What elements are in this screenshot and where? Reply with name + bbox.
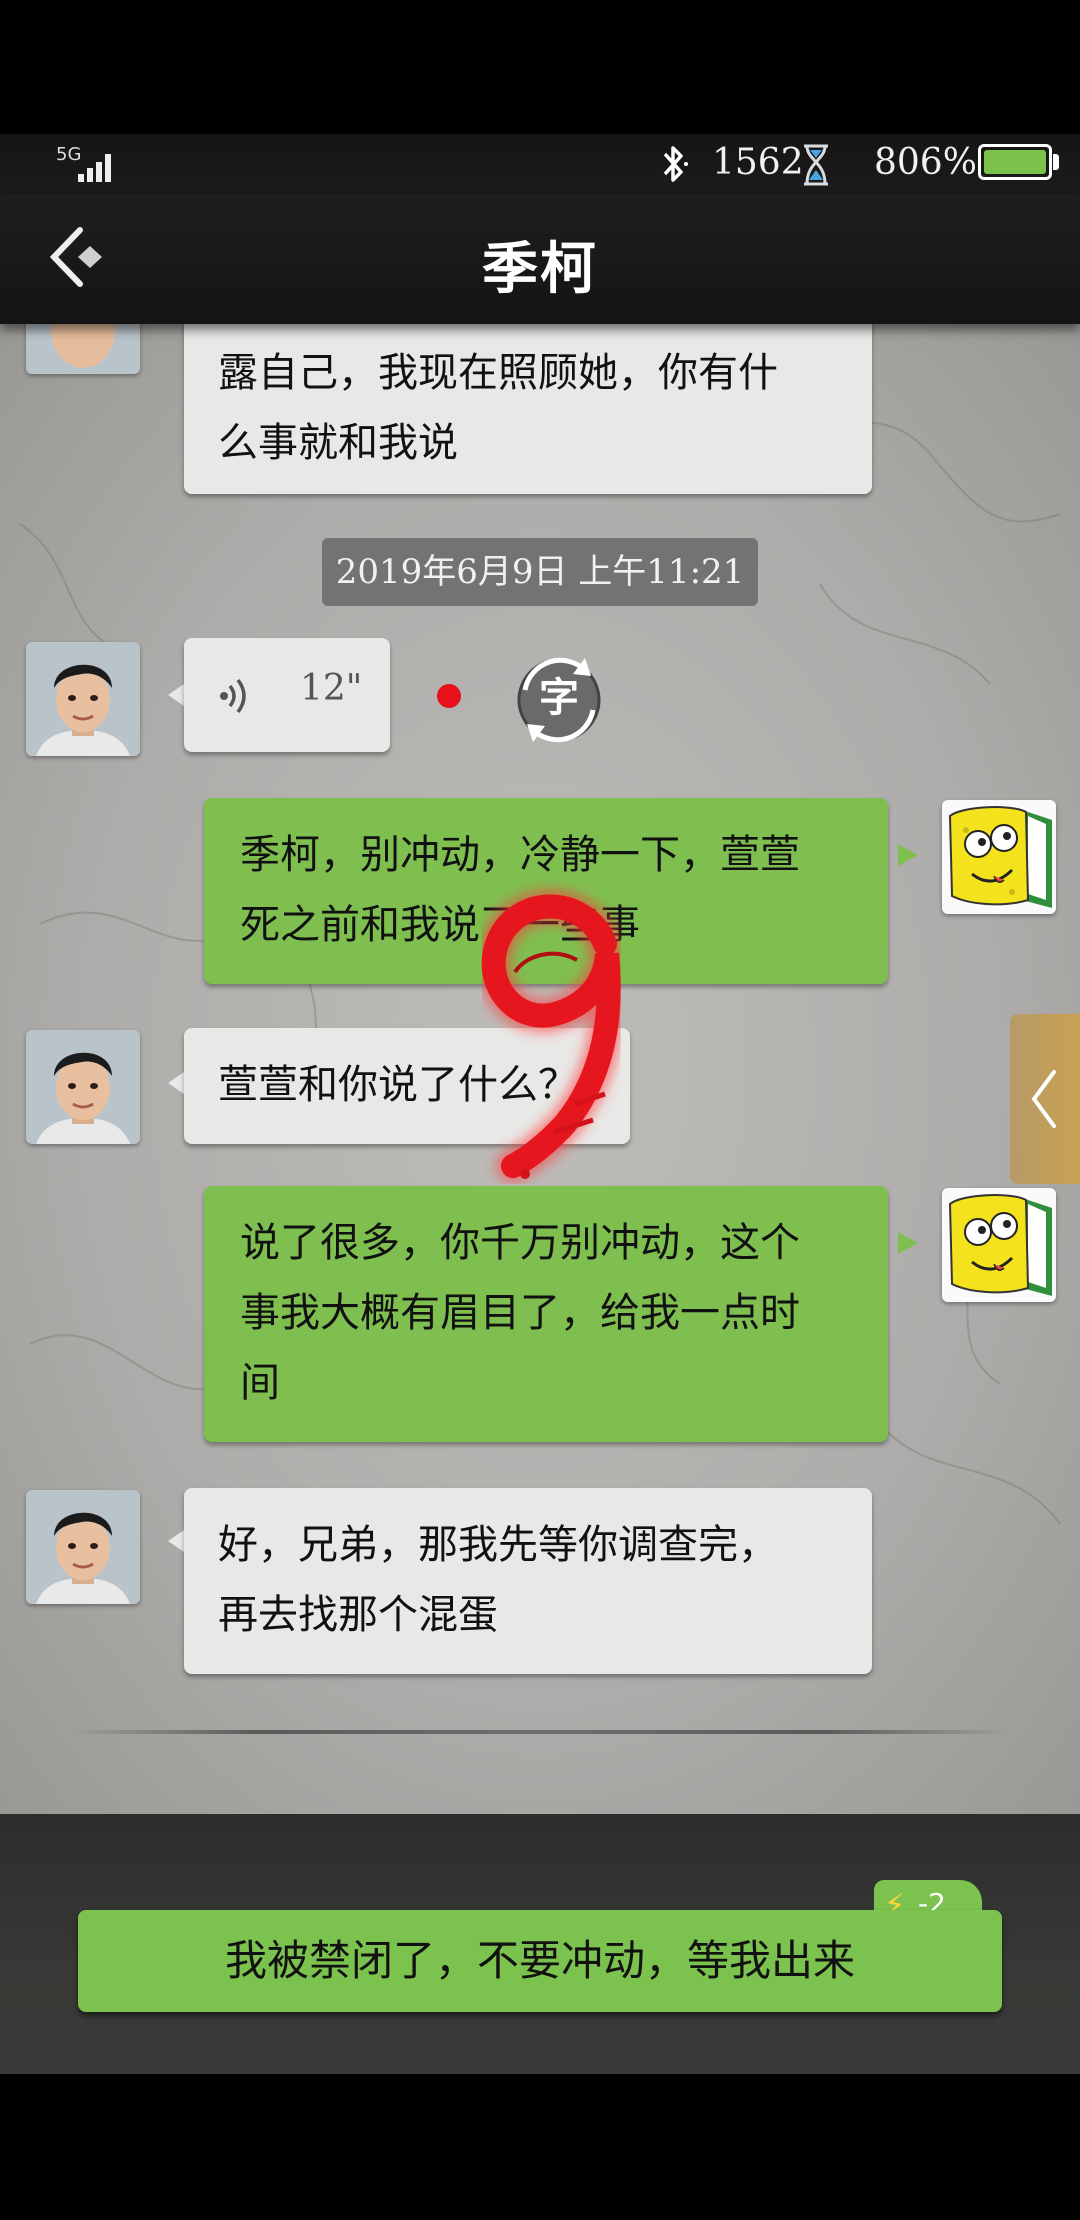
contact-avatar[interactable] [26, 642, 140, 756]
points-counter: 1562 [712, 142, 804, 183]
chat-area[interactable]: 露自己，我现在照顾她，你有什 么事就和我说 2019年6月9日 上午11:21 … [0, 324, 1080, 1814]
message-line: 事我大概有眉目了，给我一点时 [240, 1290, 800, 1336]
chevron-left-icon [1031, 1070, 1056, 1128]
transcribe-label: 字 [539, 674, 579, 721]
chat-header: 季柯 [0, 194, 1080, 324]
my-avatar[interactable] [942, 1188, 1056, 1302]
countdown-number-nine [476, 889, 626, 1183]
battery-icon [978, 144, 1052, 180]
bubble-tail [168, 684, 184, 706]
contact-avatar[interactable] [26, 1490, 140, 1604]
message-line: 说了很多，你千万别冲动，这个 [240, 1220, 800, 1266]
voice-message-bubble[interactable]: 12" [184, 638, 390, 752]
status-bar: 5G 1562 806% [0, 134, 1080, 194]
bubble-tail [898, 844, 918, 866]
message-bubble-incoming[interactable]: 好，兄弟，那我先等你调查完， 再去找那个混蛋 [184, 1488, 872, 1674]
battery-cap [1053, 154, 1059, 170]
reply-option-button[interactable]: 我被禁闭了，不要冲动，等我出来 [78, 1910, 1002, 2012]
reply-panel: ⚡ -2 我被禁闭了，不要冲动，等我出来 [0, 1814, 1080, 2074]
side-drawer-handle[interactable] [1010, 1014, 1080, 1184]
message-line: 间 [240, 1360, 280, 1406]
bluetooth-icon [663, 146, 688, 182]
message-line: 好，兄弟，那我先等你调查完， [218, 1522, 778, 1568]
bubble-tail [898, 1232, 918, 1254]
screen-bottom-bezel [0, 2074, 1080, 2220]
my-avatar[interactable] [942, 800, 1056, 914]
page-title: 季柯 [482, 236, 598, 302]
message-bubble-incoming[interactable]: 露自己，我现在照顾她，你有什 么事就和我说 [184, 324, 872, 494]
signal-icon: 5G [56, 144, 116, 184]
message-timestamp: 2019年6月9日 上午11:21 [322, 538, 758, 606]
message-line: 么事就和我说 [218, 420, 458, 466]
unread-dot [437, 684, 461, 708]
transcribe-button[interactable]: 字 [505, 646, 613, 754]
contact-avatar[interactable] [26, 324, 140, 374]
voice-duration: 12" [300, 668, 363, 709]
hourglass-icon [804, 144, 828, 186]
message-line: 露自己，我现在照顾她，你有什 [218, 350, 778, 396]
network-type: 5G [56, 144, 82, 165]
chat-bottom-divider [70, 1730, 1010, 1734]
contact-avatar[interactable] [26, 1030, 140, 1144]
battery-percent: 806% [874, 142, 977, 183]
bubble-tail [168, 1072, 184, 1094]
message-bubble-outgoing[interactable]: 说了很多，你千万别冲动，这个 事我大概有眉目了，给我一点时 间 [204, 1186, 888, 1442]
bubble-tail [168, 1530, 184, 1552]
speaker-icon [220, 678, 246, 714]
message-line: 再去找那个混蛋 [218, 1592, 498, 1638]
screen-top-bezel [0, 0, 1080, 134]
